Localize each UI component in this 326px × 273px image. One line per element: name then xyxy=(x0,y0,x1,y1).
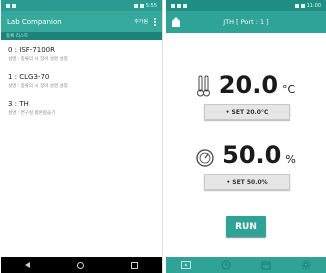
notification-icons xyxy=(171,3,187,8)
status-time: 5:55 xyxy=(145,2,157,9)
right-phone-screen: 11:00 JTH [ Port : 1 ] 20.0 °C • SET 20.… xyxy=(166,0,326,273)
thermometer-icon xyxy=(196,75,210,97)
play-icon[interactable] xyxy=(181,260,191,270)
app-bar: JTH [ Port : 1 ] xyxy=(166,11,326,33)
temperature-setpoint-button[interactable]: • SET 20.0°C xyxy=(204,104,290,120)
status-time: 11:00 xyxy=(306,2,321,9)
humidity-gauge-icon xyxy=(196,149,214,167)
overflow-menu-icon[interactable] xyxy=(154,17,156,26)
temperature-reading: 20.0 °C xyxy=(166,73,326,97)
device-name: 3 : TH xyxy=(8,100,29,108)
app-bar: Lab Companion 추가됨 xyxy=(1,11,162,32)
list-item[interactable]: 0 : ISF-7100R 설명 : 종류의 시 장비 설명 설정 xyxy=(1,40,162,62)
run-button[interactable]: RUN xyxy=(226,216,266,237)
clock-icon[interactable] xyxy=(221,260,231,270)
recent-apps-icon[interactable] xyxy=(131,261,139,269)
app-title: Lab Companion xyxy=(7,17,62,26)
list-item[interactable]: 1 : CLG3-70 설명 : 종류의 시 장비 설명 설정 xyxy=(1,67,162,89)
calendar-icon[interactable] xyxy=(261,260,271,270)
device-description: 설명 : 종류의 시 장비 설명 설정 xyxy=(8,84,68,89)
device-description: 설명 : 연구실 항온항습기 xyxy=(8,111,56,116)
system-icons: 11:00 xyxy=(294,2,321,9)
settings-icon[interactable] xyxy=(301,260,311,270)
status-bar: 5:55 xyxy=(1,0,162,11)
home-icon[interactable] xyxy=(172,17,180,27)
humidity-setpoint-button[interactable]: • SET 50.0% xyxy=(204,174,290,190)
device-description: 설명 : 종류의 시 장비 설명 설정 xyxy=(8,57,68,62)
device-name: 0 : ISF-7100R xyxy=(8,46,56,54)
system-icons: 5:55 xyxy=(133,2,157,9)
humidity-reading: 50.0 % xyxy=(166,143,326,167)
bottom-tab-bar xyxy=(166,257,326,273)
left-phone-screen: 5:55 Lab Companion 추가됨 등록 리스트 0 : ISF-71… xyxy=(1,0,163,273)
notification-icons xyxy=(6,3,16,8)
temperature-value: 20.0 xyxy=(218,71,279,99)
back-icon[interactable] xyxy=(24,262,30,268)
device-name: 1 : CLG3-70 xyxy=(8,73,50,81)
home-icon[interactable] xyxy=(76,261,84,269)
section-header: 등록 리스트 xyxy=(1,32,162,40)
humidity-unit: % xyxy=(285,153,296,166)
temperature-unit: °C xyxy=(282,83,296,96)
system-nav-bar xyxy=(1,257,162,273)
action-button[interactable]: 추가됨 xyxy=(134,18,148,25)
humidity-value: 50.0 xyxy=(222,141,282,169)
list-item[interactable]: 3 : TH 설명 : 연구실 항온항습기 xyxy=(1,94,162,116)
status-bar: 11:00 xyxy=(166,0,326,11)
device-title: JTH [ Port : 1 ] xyxy=(223,18,269,26)
